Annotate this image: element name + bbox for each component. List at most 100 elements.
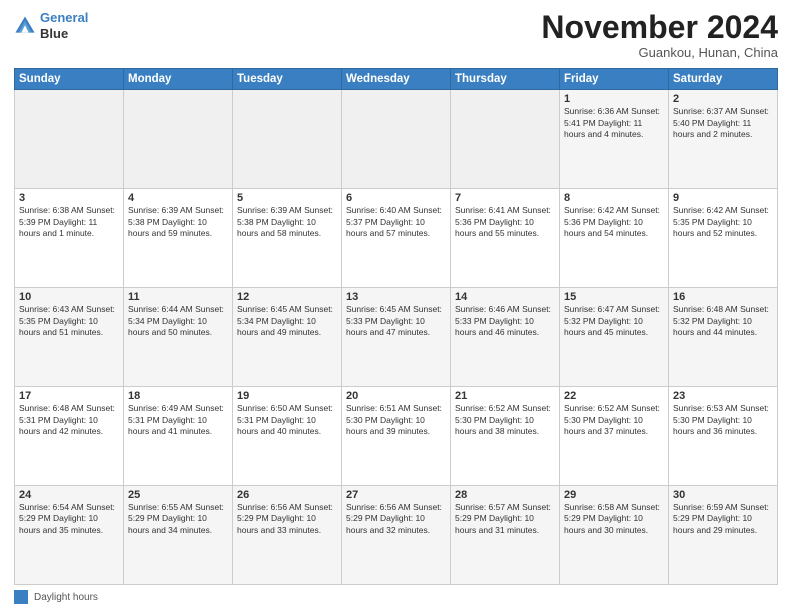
day-info: Sunrise: 6:57 AM Sunset: 5:29 PM Dayligh… — [455, 502, 555, 536]
day-info: Sunrise: 6:58 AM Sunset: 5:29 PM Dayligh… — [564, 502, 664, 536]
day-number: 13 — [346, 291, 446, 303]
calendar-week-row: 17Sunrise: 6:48 AM Sunset: 5:31 PM Dayli… — [15, 387, 778, 486]
calendar-cell: 19Sunrise: 6:50 AM Sunset: 5:31 PM Dayli… — [233, 387, 342, 486]
day-info: Sunrise: 6:44 AM Sunset: 5:34 PM Dayligh… — [128, 304, 228, 338]
calendar-cell: 24Sunrise: 6:54 AM Sunset: 5:29 PM Dayli… — [15, 486, 124, 585]
day-info: Sunrise: 6:56 AM Sunset: 5:29 PM Dayligh… — [346, 502, 446, 536]
weekday-header: Friday — [560, 69, 669, 90]
calendar-cell: 8Sunrise: 6:42 AM Sunset: 5:36 PM Daylig… — [560, 189, 669, 288]
calendar-week-row: 3Sunrise: 6:38 AM Sunset: 5:39 PM Daylig… — [15, 189, 778, 288]
day-number: 20 — [346, 390, 446, 402]
calendar-week-row: 24Sunrise: 6:54 AM Sunset: 5:29 PM Dayli… — [15, 486, 778, 585]
day-number: 24 — [19, 489, 119, 501]
day-number: 17 — [19, 390, 119, 402]
page: General Blue November 2024 Guankou, Huna… — [0, 0, 792, 612]
day-number: 29 — [564, 489, 664, 501]
day-number: 16 — [673, 291, 773, 303]
calendar-cell: 28Sunrise: 6:57 AM Sunset: 5:29 PM Dayli… — [451, 486, 560, 585]
day-info: Sunrise: 6:42 AM Sunset: 5:35 PM Dayligh… — [673, 205, 773, 239]
calendar-cell — [233, 90, 342, 189]
calendar-cell: 16Sunrise: 6:48 AM Sunset: 5:32 PM Dayli… — [669, 288, 778, 387]
calendar-cell: 27Sunrise: 6:56 AM Sunset: 5:29 PM Dayli… — [342, 486, 451, 585]
calendar-cell: 14Sunrise: 6:46 AM Sunset: 5:33 PM Dayli… — [451, 288, 560, 387]
calendar-cell: 21Sunrise: 6:52 AM Sunset: 5:30 PM Dayli… — [451, 387, 560, 486]
calendar-cell: 1Sunrise: 6:36 AM Sunset: 5:41 PM Daylig… — [560, 90, 669, 189]
calendar-week-row: 10Sunrise: 6:43 AM Sunset: 5:35 PM Dayli… — [15, 288, 778, 387]
calendar-cell: 6Sunrise: 6:40 AM Sunset: 5:37 PM Daylig… — [342, 189, 451, 288]
day-number: 1 — [564, 93, 664, 105]
day-info: Sunrise: 6:40 AM Sunset: 5:37 PM Dayligh… — [346, 205, 446, 239]
legend-label: Daylight hours — [34, 592, 98, 603]
day-info: Sunrise: 6:47 AM Sunset: 5:32 PM Dayligh… — [564, 304, 664, 338]
calendar-cell: 7Sunrise: 6:41 AM Sunset: 5:36 PM Daylig… — [451, 189, 560, 288]
calendar-cell: 9Sunrise: 6:42 AM Sunset: 5:35 PM Daylig… — [669, 189, 778, 288]
day-info: Sunrise: 6:54 AM Sunset: 5:29 PM Dayligh… — [19, 502, 119, 536]
day-info: Sunrise: 6:39 AM Sunset: 5:38 PM Dayligh… — [237, 205, 337, 239]
weekday-header: Tuesday — [233, 69, 342, 90]
day-number: 7 — [455, 192, 555, 204]
day-number: 14 — [455, 291, 555, 303]
logo-line1: General — [40, 10, 88, 25]
day-info: Sunrise: 6:38 AM Sunset: 5:39 PM Dayligh… — [19, 205, 119, 239]
day-number: 4 — [128, 192, 228, 204]
day-number: 15 — [564, 291, 664, 303]
day-number: 12 — [237, 291, 337, 303]
day-info: Sunrise: 6:48 AM Sunset: 5:31 PM Dayligh… — [19, 403, 119, 437]
calendar-cell: 18Sunrise: 6:49 AM Sunset: 5:31 PM Dayli… — [124, 387, 233, 486]
calendar-cell: 17Sunrise: 6:48 AM Sunset: 5:31 PM Dayli… — [15, 387, 124, 486]
calendar-cell: 25Sunrise: 6:55 AM Sunset: 5:29 PM Dayli… — [124, 486, 233, 585]
day-info: Sunrise: 6:45 AM Sunset: 5:34 PM Dayligh… — [237, 304, 337, 338]
day-number: 23 — [673, 390, 773, 402]
day-info: Sunrise: 6:55 AM Sunset: 5:29 PM Dayligh… — [128, 502, 228, 536]
day-number: 21 — [455, 390, 555, 402]
header: General Blue November 2024 Guankou, Huna… — [14, 10, 778, 60]
day-number: 30 — [673, 489, 773, 501]
calendar-cell: 20Sunrise: 6:51 AM Sunset: 5:30 PM Dayli… — [342, 387, 451, 486]
day-info: Sunrise: 6:51 AM Sunset: 5:30 PM Dayligh… — [346, 403, 446, 437]
day-number: 9 — [673, 192, 773, 204]
location-subtitle: Guankou, Hunan, China — [541, 45, 778, 60]
day-number: 11 — [128, 291, 228, 303]
weekday-header: Sunday — [15, 69, 124, 90]
day-number: 27 — [346, 489, 446, 501]
calendar-cell — [451, 90, 560, 189]
day-number: 6 — [346, 192, 446, 204]
day-info: Sunrise: 6:56 AM Sunset: 5:29 PM Dayligh… — [237, 502, 337, 536]
calendar-week-row: 1Sunrise: 6:36 AM Sunset: 5:41 PM Daylig… — [15, 90, 778, 189]
calendar-cell: 13Sunrise: 6:45 AM Sunset: 5:33 PM Dayli… — [342, 288, 451, 387]
calendar-cell — [342, 90, 451, 189]
calendar-cell: 15Sunrise: 6:47 AM Sunset: 5:32 PM Dayli… — [560, 288, 669, 387]
day-number: 22 — [564, 390, 664, 402]
logo-line2: Blue — [40, 26, 88, 42]
calendar-cell: 10Sunrise: 6:43 AM Sunset: 5:35 PM Dayli… — [15, 288, 124, 387]
day-info: Sunrise: 6:41 AM Sunset: 5:36 PM Dayligh… — [455, 205, 555, 239]
day-info: Sunrise: 6:43 AM Sunset: 5:35 PM Dayligh… — [19, 304, 119, 338]
month-title: November 2024 — [541, 10, 778, 45]
day-info: Sunrise: 6:45 AM Sunset: 5:33 PM Dayligh… — [346, 304, 446, 338]
weekday-header: Wednesday — [342, 69, 451, 90]
footer: Daylight hours — [14, 590, 778, 604]
day-info: Sunrise: 6:52 AM Sunset: 5:30 PM Dayligh… — [564, 403, 664, 437]
logo: General Blue — [14, 10, 88, 41]
day-info: Sunrise: 6:50 AM Sunset: 5:31 PM Dayligh… — [237, 403, 337, 437]
weekday-header: Monday — [124, 69, 233, 90]
day-info: Sunrise: 6:49 AM Sunset: 5:31 PM Dayligh… — [128, 403, 228, 437]
day-number: 25 — [128, 489, 228, 501]
day-info: Sunrise: 6:59 AM Sunset: 5:29 PM Dayligh… — [673, 502, 773, 536]
day-info: Sunrise: 6:36 AM Sunset: 5:41 PM Dayligh… — [564, 106, 664, 140]
day-info: Sunrise: 6:53 AM Sunset: 5:30 PM Dayligh… — [673, 403, 773, 437]
calendar-cell: 30Sunrise: 6:59 AM Sunset: 5:29 PM Dayli… — [669, 486, 778, 585]
day-number: 18 — [128, 390, 228, 402]
day-number: 8 — [564, 192, 664, 204]
calendar-cell: 26Sunrise: 6:56 AM Sunset: 5:29 PM Dayli… — [233, 486, 342, 585]
calendar-cell — [124, 90, 233, 189]
calendar-header-row: SundayMondayTuesdayWednesdayThursdayFrid… — [15, 69, 778, 90]
day-info: Sunrise: 6:48 AM Sunset: 5:32 PM Dayligh… — [673, 304, 773, 338]
day-info: Sunrise: 6:52 AM Sunset: 5:30 PM Dayligh… — [455, 403, 555, 437]
logo-text: General Blue — [40, 10, 88, 41]
legend-box — [14, 590, 28, 604]
day-number: 10 — [19, 291, 119, 303]
day-info: Sunrise: 6:39 AM Sunset: 5:38 PM Dayligh… — [128, 205, 228, 239]
day-number: 5 — [237, 192, 337, 204]
day-number: 28 — [455, 489, 555, 501]
